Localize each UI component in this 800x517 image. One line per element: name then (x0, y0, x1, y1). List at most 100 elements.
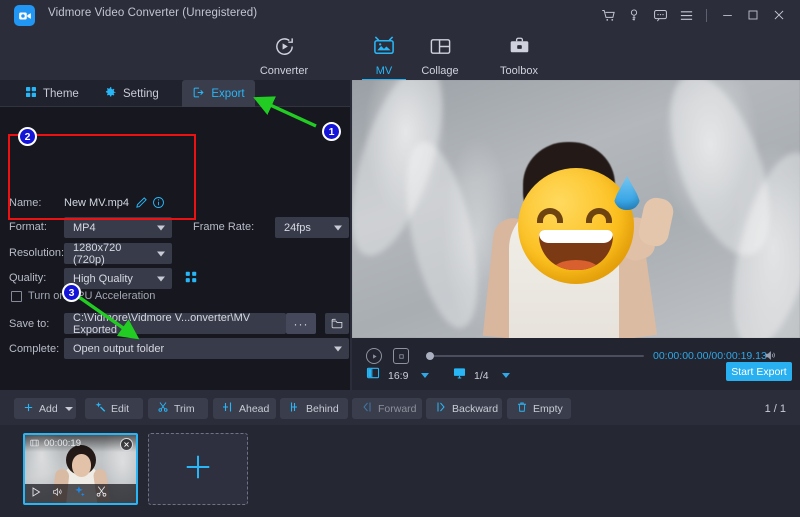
complete-select[interactable]: Open output folder (64, 338, 349, 359)
quality-select[interactable]: High Quality (64, 268, 172, 289)
aspect-ratio-icon[interactable] (366, 366, 380, 385)
add-label: Add (39, 403, 58, 415)
window-controls (595, 0, 792, 30)
title-bar: Vidmore Video Converter (Unregistered) (0, 0, 800, 30)
maximize-icon[interactable] (740, 1, 766, 29)
gpu-acceleration-checkbox[interactable] (11, 291, 22, 302)
empty-button[interactable]: Empty (507, 398, 571, 419)
format-select[interactable]: MP4 (64, 217, 172, 238)
add-clip-tile[interactable] (148, 433, 248, 505)
divider (706, 9, 707, 22)
save-to-value: C:\Vidmore\Vidmore V...onverter\MV Expor… (73, 312, 286, 336)
seek-bar-handle[interactable] (426, 352, 434, 360)
feedback-icon[interactable] (647, 1, 673, 29)
open-folder-button[interactable] (325, 313, 349, 334)
tab-theme[interactable]: Theme (14, 80, 90, 107)
effect-icon[interactable] (73, 485, 86, 503)
ahead-button[interactable]: Ahead (213, 398, 276, 419)
pencil-icon[interactable] (135, 196, 148, 214)
play-icon[interactable] (30, 485, 42, 503)
export-icon (192, 86, 205, 102)
nav-item-collage[interactable]: Collage (396, 32, 484, 80)
clip-duration: 00:00:19 (44, 438, 81, 449)
magic-wand-icon (94, 401, 106, 416)
frame-rate-select[interactable]: 24fps (275, 217, 349, 238)
trim-icon[interactable] (95, 485, 108, 503)
nav-label-mv: MV (376, 65, 393, 77)
plus-icon (183, 452, 213, 487)
volume-icon[interactable] (51, 485, 64, 503)
close-icon[interactable] (766, 1, 792, 29)
name-value: New MV.mp4 (64, 197, 129, 209)
minimize-icon[interactable] (714, 1, 740, 29)
chevron-down-icon (157, 225, 165, 230)
video-preview[interactable] (352, 80, 800, 338)
forward-label: Forward (378, 403, 417, 415)
name-label: Name: (9, 197, 41, 209)
tab-export[interactable]: Export (182, 80, 255, 107)
preview-subject (481, 158, 671, 338)
clip-close-icon[interactable] (120, 438, 133, 451)
trim-button[interactable]: Trim (148, 398, 208, 419)
chevron-down-icon[interactable] (421, 373, 429, 378)
move-forward-icon (361, 401, 373, 416)
edit-label: Edit (111, 403, 129, 415)
seek-bar[interactable] (430, 355, 644, 357)
backward-button[interactable]: Backward (426, 398, 502, 419)
gear-icon (104, 86, 117, 102)
save-to-label: Save to: (9, 318, 49, 330)
format-label: Format: (9, 221, 47, 233)
edit-button[interactable]: Edit (85, 398, 143, 419)
plus-icon (23, 402, 34, 416)
tab-setting[interactable]: Setting (93, 80, 170, 107)
chevron-down-icon (334, 225, 342, 230)
nav-label-toolbox: Toolbox (500, 65, 538, 77)
frame-rate-value: 24fps (284, 222, 311, 234)
quality-label: Quality: (9, 272, 46, 284)
grid-icon (25, 86, 37, 101)
play-icon[interactable] (366, 348, 382, 364)
frame-rate-label: Frame Rate: (193, 221, 254, 233)
format-value: MP4 (73, 222, 96, 234)
nav-label-converter: Converter (260, 65, 308, 77)
storyboard-clip[interactable]: 00:00:19 (23, 433, 138, 505)
scissors-icon (157, 401, 169, 416)
chevron-down-icon (157, 276, 165, 281)
monitor-icon[interactable] (452, 366, 467, 385)
chevron-down-icon (157, 251, 165, 256)
insert-behind-icon (289, 401, 301, 416)
behind-button[interactable]: Behind (280, 398, 348, 419)
time-display: 00:00:00.00/00:00:19.13 (653, 350, 767, 362)
main-navigation: Converter MV Collage (0, 30, 800, 80)
complete-value: Open output folder (73, 343, 164, 355)
chevron-down-icon (65, 407, 73, 411)
nav-item-converter[interactable]: Converter (240, 32, 328, 80)
page-indicator: 1 / 1 (765, 403, 786, 415)
browse-button[interactable]: ··· (286, 313, 316, 334)
sliders-icon[interactable] (184, 270, 198, 289)
resolution-label: Resolution: (9, 247, 64, 259)
smiling-face-with-sweat-emoji (518, 168, 634, 284)
resolution-select[interactable]: 1280x720 (720p) (64, 243, 172, 264)
export-subtabs: Theme Setting Export (0, 80, 350, 107)
add-button[interactable]: Add (14, 398, 76, 419)
export-panel: Theme Setting Export (0, 80, 350, 390)
behind-label: Behind (306, 403, 339, 415)
chevron-down-icon[interactable] (502, 373, 510, 378)
key-icon[interactable] (621, 1, 647, 29)
stop-icon[interactable] (393, 348, 409, 364)
clip-toolbar: Add Edit Trim Ahead (0, 392, 800, 425)
save-to-input[interactable]: C:\Vidmore\Vidmore V...onverter\MV Expor… (64, 313, 286, 334)
film-icon (29, 435, 40, 453)
zoom-value: 1/4 (474, 370, 489, 382)
start-export-mini-button[interactable]: Start Export (726, 362, 792, 381)
app-logo-icon (14, 5, 35, 26)
player-controls: 00:00:00.00/00:00:19.13 16:9 1/4 Start E… (352, 338, 800, 390)
menu-icon[interactable] (673, 1, 699, 29)
forward-button[interactable]: Forward (352, 398, 422, 419)
cart-icon[interactable] (595, 1, 621, 29)
toolbox-icon (508, 35, 531, 61)
nav-item-toolbox[interactable]: Toolbox (475, 32, 563, 80)
info-icon[interactable] (152, 196, 165, 214)
ahead-label: Ahead (239, 403, 269, 415)
